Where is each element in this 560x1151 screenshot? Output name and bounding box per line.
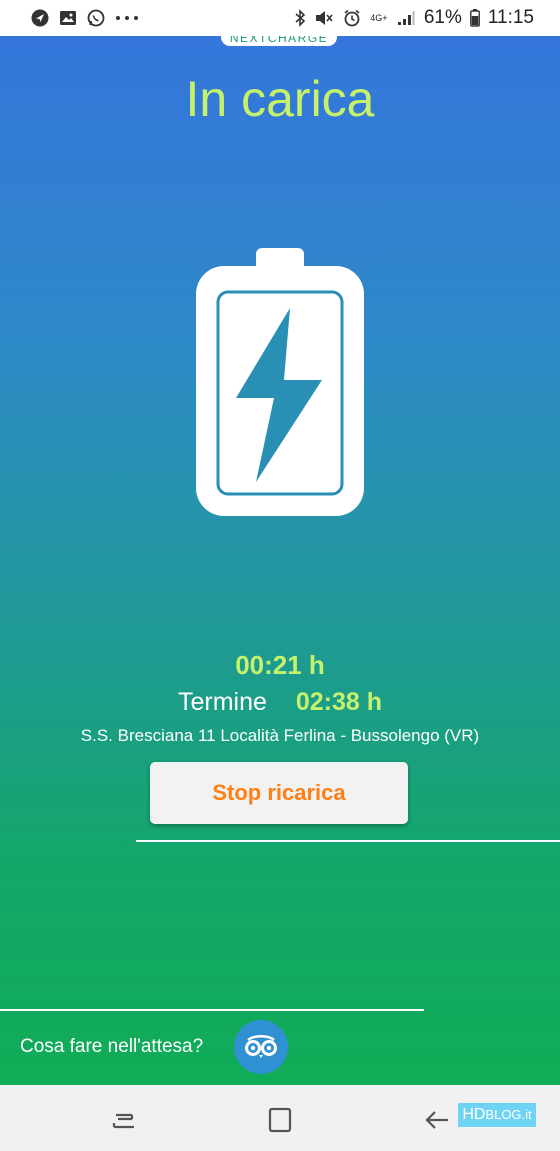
tripadvisor-owl-icon — [245, 1035, 277, 1058]
whatsapp-icon — [86, 8, 106, 28]
tripadvisor-button[interactable] — [234, 1020, 288, 1074]
battery-charging-icon — [196, 248, 364, 521]
home-icon — [268, 1107, 292, 1133]
signal-icon — [396, 8, 416, 28]
elapsed-time: 00:21 h — [235, 650, 325, 680]
hdblog-watermark: HDBLOG.it — [458, 1103, 536, 1127]
back-button[interactable] — [422, 1105, 452, 1135]
end-time-label: Termine — [177, 688, 267, 716]
watermark-blog: BLOG.it — [485, 1107, 532, 1122]
battery-icon — [469, 8, 480, 28]
station-address: S.S. Bresciana 11 Località Ferlina - Bus… — [80, 726, 480, 745]
system-nav-bar: HDBLOG.it — [0, 1085, 560, 1151]
mute-icon — [314, 8, 334, 28]
recent-apps-button[interactable] — [110, 1105, 140, 1135]
stop-charging-button[interactable]: Stop ricarica — [150, 762, 408, 824]
end-time-value: 02:38 h — [295, 688, 383, 716]
navigation-icon — [30, 8, 50, 28]
clock: 11:15 — [487, 7, 534, 28]
status-bar: 4G+ 61% 11:15 — [0, 0, 560, 36]
end-time-row: Termine 02:38 h — [0, 688, 560, 717]
charging-screen: NEXTCHARGE In carica 00:21 h Termine 02:… — [0, 36, 560, 1085]
status-left-icons — [30, 8, 140, 28]
alarm-icon — [342, 8, 362, 28]
page-title: In carica — [185, 71, 375, 127]
more-icon — [114, 8, 140, 28]
recent-apps-icon — [112, 1113, 134, 1129]
gallery-icon — [58, 8, 78, 28]
brand-logo: NEXTCHARGE — [221, 36, 337, 46]
divider — [0, 1009, 424, 1011]
watermark-hd: HD — [462, 1106, 486, 1123]
network-type: 4G+ — [370, 13, 388, 23]
bluetooth-icon — [294, 8, 306, 28]
battery-percent: 61% — [423, 7, 462, 28]
status-right-icons: 4G+ 61% 11:15 — [294, 7, 534, 29]
home-button[interactable] — [266, 1105, 296, 1135]
what-to-do-label: Cosa fare nell'attesa? — [20, 1036, 204, 1057]
back-arrow-icon — [425, 1111, 448, 1129]
divider — [136, 840, 560, 842]
